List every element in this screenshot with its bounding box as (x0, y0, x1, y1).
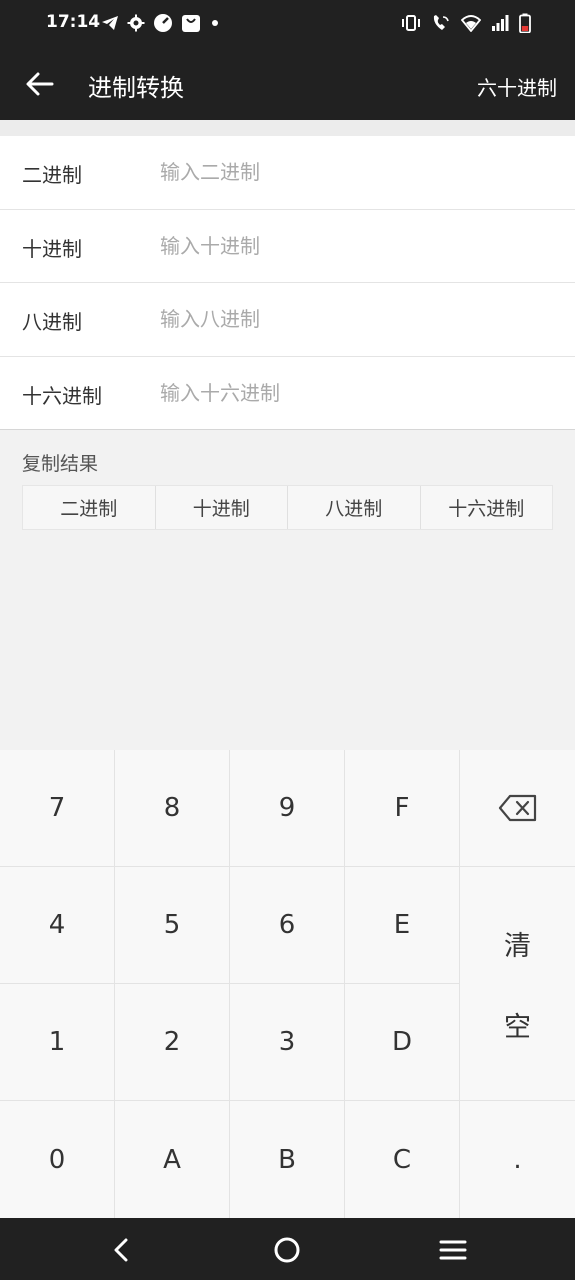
status-left-icons (101, 10, 221, 36)
backspace-button[interactable] (460, 750, 575, 867)
status-time: 17:14 (46, 12, 101, 32)
vibrate-icon (402, 15, 420, 31)
page-title: 进制转换 (88, 74, 184, 102)
decimal-row: 十进制 (0, 210, 575, 283)
key-0[interactable]: 0 (0, 1101, 115, 1218)
copy-hex-button[interactable]: 十六进制 (421, 486, 553, 529)
back-icon[interactable] (107, 1235, 137, 1265)
backspace-icon (498, 794, 536, 822)
copy-decimal-button[interactable]: 十进制 (156, 486, 288, 529)
key-1[interactable]: 1 (0, 984, 115, 1101)
clear-label-top: 清 (504, 930, 531, 962)
decimal-input[interactable] (160, 225, 550, 266)
status-right-icons (401, 10, 531, 36)
binary-row: 二进制 (0, 136, 575, 210)
key-c[interactable]: C (345, 1101, 460, 1218)
status-bar: 17:14 (0, 0, 575, 46)
key-f[interactable]: F (345, 750, 460, 867)
system-nav-bar (0, 1218, 575, 1280)
header-divider (0, 120, 575, 136)
copy-octal-button[interactable]: 八进制 (288, 486, 421, 529)
copy-results-title: 复制结果 (22, 453, 99, 475)
hex-input[interactable] (160, 372, 550, 413)
telegram-icon (102, 16, 118, 30)
menu-icon[interactable] (438, 1235, 468, 1265)
wifi-icon (461, 15, 481, 32)
key-e[interactable]: E (345, 867, 460, 984)
wifi-call-icon (433, 15, 449, 30)
clear-label-bottom: 空 (504, 1011, 531, 1043)
octal-input[interactable] (160, 299, 550, 339)
hex-label: 十六进制 (22, 383, 102, 408)
battery-icon (519, 13, 531, 33)
key-8[interactable]: 8 (115, 750, 230, 867)
home-icon[interactable] (272, 1235, 302, 1265)
key-4[interactable]: 4 (0, 867, 115, 984)
key-7[interactable]: 7 (0, 750, 115, 867)
dot-icon (212, 20, 218, 26)
bag-icon (182, 15, 200, 32)
octal-row: 八进制 (0, 283, 575, 357)
key-a[interactable]: A (115, 1101, 230, 1218)
copy-results-bar: 二进制 十进制 八进制 十六进制 (22, 485, 553, 530)
sexagesimal-button[interactable]: 六十进制 (477, 72, 557, 101)
speed-icon (154, 14, 172, 32)
clear-button[interactable]: 清 空 (460, 867, 575, 1101)
conversion-fields: 二进制 十进制 八进制 十六进制 (0, 136, 575, 430)
hex-row: 十六进制 (0, 357, 575, 430)
copy-binary-button[interactable]: 二进制 (23, 486, 156, 529)
octal-label: 八进制 (22, 310, 82, 334)
key-d[interactable]: D (345, 984, 460, 1101)
signal-icon (492, 15, 509, 31)
binary-label: 二进制 (22, 163, 82, 187)
key-b[interactable]: B (230, 1101, 345, 1218)
key-3[interactable]: 3 (230, 984, 345, 1101)
app-bar: 进制转换 六十进制 (0, 46, 575, 120)
binary-input[interactable] (160, 152, 550, 192)
key-dot[interactable]: . (460, 1101, 575, 1218)
key-6[interactable]: 6 (230, 867, 345, 984)
gear-icon (127, 14, 145, 32)
back-arrow-icon[interactable] (22, 66, 58, 102)
key-5[interactable]: 5 (115, 867, 230, 984)
key-2[interactable]: 2 (115, 984, 230, 1101)
decimal-label: 十进制 (22, 236, 82, 261)
key-9[interactable]: 9 (230, 750, 345, 867)
keypad: 7 8 9 F 4 5 6 E 清 空 1 2 3 D 0 A B C . (0, 750, 575, 1218)
